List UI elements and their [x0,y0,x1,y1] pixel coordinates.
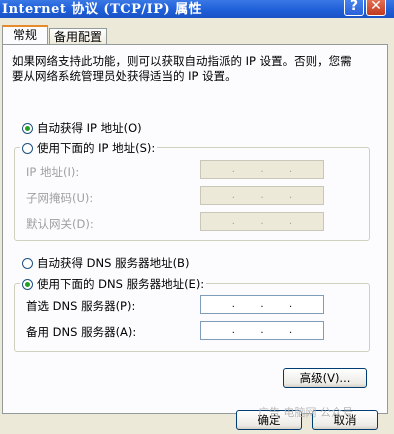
description-text: 如果网络支持此功能，则可以获取自动指派的 IP 设置。否则，您需要从网络系统管理… [12,54,352,83]
radio-manual-dns-indicator[interactable] [22,278,33,290]
window-title: Internet 协议 (TCP/IP) 属性 [2,2,203,17]
help-button[interactable]: ? [344,0,364,16]
dns-groupbox [14,283,370,352]
tab-general[interactable]: 常规 [2,25,48,45]
preferred-dns-label: 首选 DNS 服务器(P): [26,299,136,313]
radio-auto-dns[interactable]: 自动获得 DNS 服务器地址(B) [22,255,189,271]
radio-manual-ip-label: 使用下面的 IP 地址(S): [37,141,156,155]
radio-manual-ip-indicator[interactable] [22,142,33,154]
preferred-dns-input[interactable]: ... [200,295,324,314]
radio-manual-dns-label: 使用下面的 DNS 服务器地址(E): [37,277,205,291]
radio-auto-dns-label: 自动获得 DNS 服务器地址(B) [37,256,190,270]
advanced-button[interactable]: 高级(V)... [283,368,367,388]
alternate-dns-input[interactable]: ... [200,321,324,340]
radio-auto-ip[interactable]: 自动获得 IP 地址(O) [22,120,142,136]
default-gateway-label: 默认网关(D): [26,217,94,231]
radio-auto-dns-indicator[interactable] [22,257,33,269]
alternate-dns-label: 备用 DNS 服务器(A): [26,325,137,339]
radio-auto-ip-label: 自动获得 IP 地址(O) [37,121,142,135]
radio-auto-ip-indicator[interactable] [22,122,33,134]
ip-address-label: IP 地址(I): [26,165,80,179]
title-bar: Internet 协议 (TCP/IP) 属性 ? ✕ [0,0,394,18]
radio-manual-dns[interactable]: 使用下面的 DNS 服务器地址(E): [20,276,207,292]
subnet-mask-label: 子网掩码(U): [26,191,94,205]
subnet-mask-input[interactable]: ... [200,186,324,205]
close-button[interactable]: ✕ [366,0,386,16]
radio-manual-ip[interactable]: 使用下面的 IP 地址(S): [20,140,158,156]
ip-address-input[interactable]: ... [200,160,324,179]
default-gateway-input[interactable]: ... [200,212,324,231]
watermark-text: 广告 电脑网 公众号 [258,406,353,419]
